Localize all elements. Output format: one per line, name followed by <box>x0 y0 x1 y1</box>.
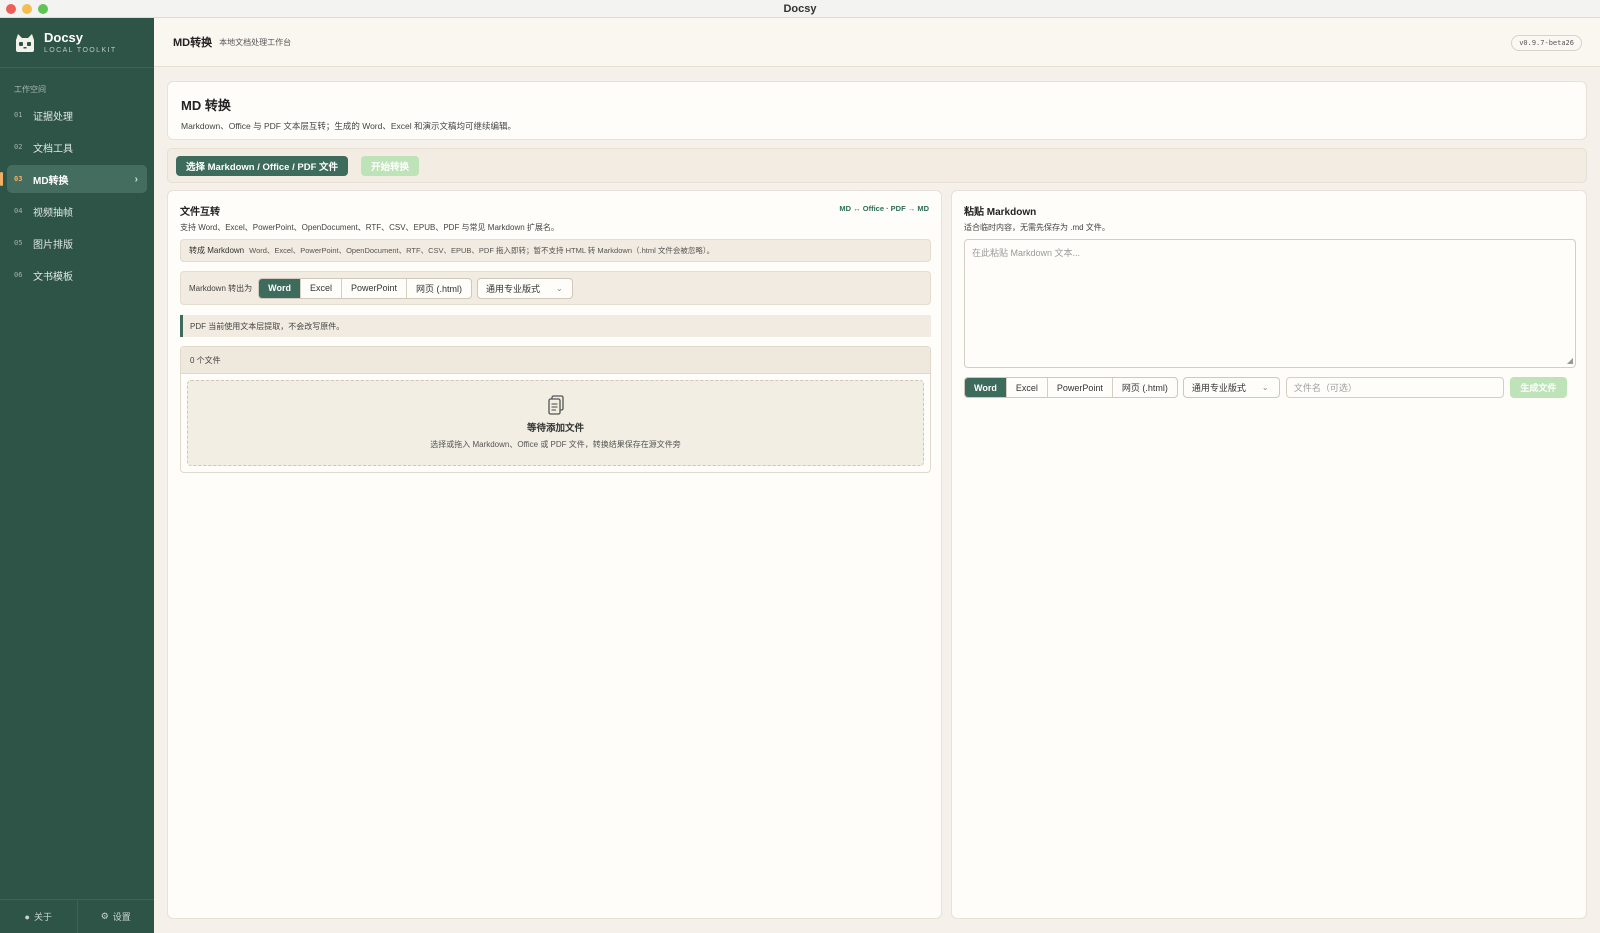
format-html-option[interactable]: 网页 (.html) <box>407 279 471 298</box>
about-button[interactable]: ● 关于 <box>0 900 78 933</box>
minimize-window-button[interactable] <box>22 4 32 14</box>
page-description: Markdown、Office 与 PDF 文本层互转；生成的 Word、Exc… <box>181 121 517 131</box>
start-convert-button[interactable]: 开始转换 <box>361 155 420 176</box>
chevron-right-icon: › <box>134 173 138 185</box>
nav-item-number: 02 <box>14 143 23 151</box>
sidebar-item-evidence[interactable]: 01 证据处理 <box>7 101 147 129</box>
format-word-option[interactable]: Word <box>259 278 301 298</box>
page-title: MD 转换 <box>181 98 231 113</box>
file-dropzone[interactable]: 等待添加文件 选择或拖入 Markdown、Office 或 PDF 文件，转换… <box>187 380 924 466</box>
filename-placeholder: 文件名（可选） <box>1293 383 1357 393</box>
nav-item-label: 文档工具 <box>33 143 73 155</box>
version-badge: v0.9.7-beta26 <box>1511 35 1582 51</box>
resize-handle-icon[interactable]: ◢ <box>1567 356 1573 365</box>
nav-item-number: 05 <box>14 239 23 247</box>
brand-subtitle: LOCAL TOOLKIT <box>44 47 117 54</box>
to-markdown-description: Word、Excel、PowerPoint、OpenDocument、RTF、C… <box>249 246 715 255</box>
markdown-export-row: Markdown 转出为 Word Excel PowerPoint 网页 (.… <box>180 271 931 305</box>
sidebar: Docsy LOCAL TOOLKIT 工作空间 01 证据处理 02 文档工具… <box>0 18 154 933</box>
nav-item-label: MD转换 <box>33 175 69 187</box>
paste-format-powerpoint-option[interactable]: PowerPoint <box>1048 378 1113 397</box>
style-select[interactable]: 通用专业版式 ⌄ <box>477 277 574 299</box>
panel-subtitle: 支持 Word、Excel、PowerPoint、OpenDocument、RT… <box>180 223 559 232</box>
select-files-button[interactable]: 选择 Markdown / Office / PDF 文件 <box>176 155 349 176</box>
active-indicator <box>0 172 3 186</box>
nav-item-label: 文书模板 <box>33 271 73 283</box>
nav-item-number: 01 <box>14 111 23 119</box>
sidebar-item-doc-tools[interactable]: 02 文档工具 <box>7 133 147 161</box>
gear-icon: ⚙ <box>100 911 109 921</box>
paste-style-select-value: 通用专业版式 <box>1191 383 1246 393</box>
markdown-export-label: Markdown 转出为 <box>189 283 253 293</box>
chevron-down-icon: ⌄ <box>1261 383 1269 392</box>
paste-format-excel-option[interactable]: Excel <box>1007 378 1048 397</box>
topbar-subtitle: 本地文档处理工作台 <box>219 37 292 47</box>
style-select-value: 通用专业版式 <box>486 283 541 294</box>
paste-markdown-panel: 粘贴 Markdown 适合临时内容，无需先保存为 .md 文件。 在此粘贴 M… <box>951 190 1587 919</box>
to-markdown-row: 转成 Markdown Word、Excel、PowerPoint、OpenDo… <box>180 239 931 262</box>
panel-subtitle: 适合临时内容，无需先保存为 .md 文件。 <box>964 223 1110 232</box>
nav-section-label: 工作空间 <box>14 85 46 94</box>
nav-item-label: 视频抽帧 <box>33 207 73 219</box>
file-count: 0 个文件 <box>181 347 930 374</box>
generate-file-button[interactable]: 生成文件 <box>1509 377 1567 398</box>
window-titlebar: Docsy <box>0 0 1600 18</box>
info-icon: ● <box>24 911 30 922</box>
sidebar-footer: ● 关于 ⚙ 设置 <box>0 899 154 933</box>
brand: Docsy LOCAL TOOLKIT <box>0 18 154 68</box>
chevron-down-icon: ⌄ <box>556 283 563 293</box>
page-header: MD 转换 Markdown、Office 与 PDF 文本层互转；生成的 Wo… <box>167 81 1587 140</box>
sidebar-item-video-frames[interactable]: 04 视频抽帧 <box>7 197 147 225</box>
nav-item-label: 图片排版 <box>33 239 73 251</box>
conversion-direction-tag: MD ↔ Office · PDF → MD <box>839 204 929 213</box>
panel-title: 文件互转 <box>180 207 220 218</box>
textarea-placeholder: 在此粘贴 Markdown 文本... <box>972 248 1081 258</box>
settings-label: 设置 <box>112 912 131 922</box>
format-powerpoint-option[interactable]: PowerPoint <box>342 278 408 298</box>
sidebar-item-md-convert[interactable]: 03 MD转换 › <box>0 165 147 193</box>
cat-logo-icon <box>16 33 34 52</box>
nav-item-number: 04 <box>14 207 23 215</box>
markdown-textarea[interactable]: 在此粘贴 Markdown 文本... ◢ <box>964 239 1576 368</box>
filename-input[interactable]: 文件名（可选） <box>1285 377 1504 398</box>
file-list: 0 个文件 等待添加文件 选择或拖入 Markdown、Office 或 PDF… <box>180 346 931 473</box>
sidebar-item-doc-templates[interactable]: 06 文书模板 <box>7 261 147 289</box>
topbar-title: MD转换 <box>173 37 213 49</box>
nav-item-label: 证据处理 <box>33 111 73 123</box>
empty-state-title: 等待添加文件 <box>526 423 584 434</box>
documents-icon <box>188 395 923 418</box>
close-window-button[interactable] <box>6 4 16 14</box>
empty-state-description: 选择或拖入 Markdown、Office 或 PDF 文件，转换结果保存在源文… <box>430 440 681 449</box>
panel-title: 粘贴 Markdown <box>964 207 1037 218</box>
sidebar-item-image-layout[interactable]: 05 图片排版 <box>7 229 147 257</box>
nav-item-number: 03 <box>14 175 23 183</box>
brand-name: Docsy <box>44 30 84 45</box>
window-controls <box>6 4 48 14</box>
nav-item-number: 06 <box>14 271 23 279</box>
paste-style-select[interactable]: 通用专业版式 ⌄ <box>1182 377 1280 398</box>
paste-format-html-option[interactable]: 网页 (.html) <box>1113 378 1177 397</box>
file-convert-panel: 文件互转 支持 Word、Excel、PowerPoint、OpenDocume… <box>167 190 942 919</box>
action-bar: 选择 Markdown / Office / PDF 文件 开始转换 <box>167 148 1587 183</box>
to-markdown-label: 转成 Markdown <box>189 246 245 255</box>
maximize-window-button[interactable] <box>38 4 48 14</box>
settings-button[interactable]: ⚙ 设置 <box>78 900 155 933</box>
about-label: 关于 <box>33 912 52 922</box>
paste-controls: Word Excel PowerPoint 网页 (.html) 通用专业版式 … <box>964 377 1576 398</box>
window-title: Docsy <box>783 3 817 15</box>
top-bar: MD转换 本地文档处理工作台 v0.9.7-beta26 <box>154 18 1600 67</box>
paste-format-segmented: Word Excel PowerPoint 网页 (.html) <box>964 377 1178 398</box>
pdf-note: PDF 当前使用文本层提取，不会改写原件。 <box>180 315 931 337</box>
export-format-segmented: Word Excel PowerPoint 网页 (.html) <box>258 277 473 299</box>
paste-format-word-option[interactable]: Word <box>965 378 1007 397</box>
format-excel-option[interactable]: Excel <box>301 278 342 298</box>
